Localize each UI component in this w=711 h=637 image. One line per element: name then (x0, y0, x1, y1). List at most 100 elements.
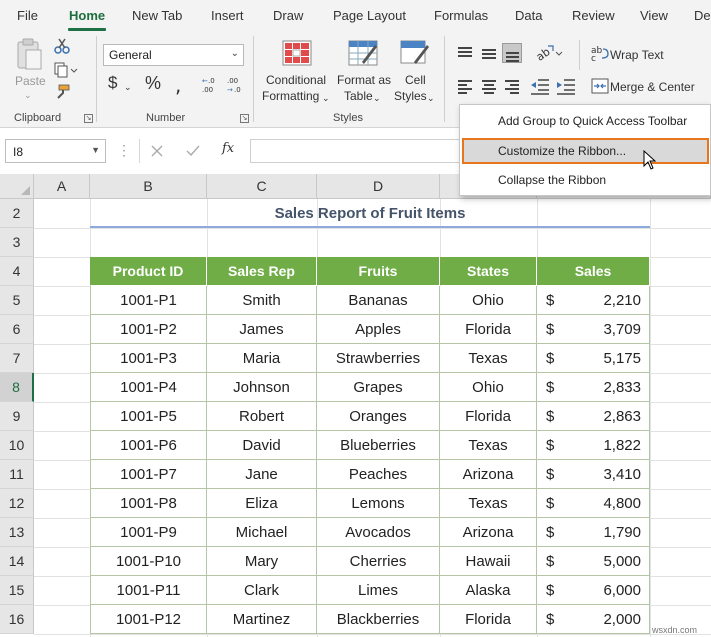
header-product-id[interactable]: Product ID (90, 257, 207, 285)
cell-product-id[interactable]: 1001-P2 (90, 315, 207, 344)
accounting-format-button[interactable]: $ (108, 74, 117, 91)
header-states[interactable]: States (440, 257, 537, 285)
menu-item-customize-ribbon[interactable]: Customize the Ribbon... (462, 138, 709, 164)
cell-product-id[interactable]: 1001-P1 (90, 286, 207, 315)
row-header-7[interactable]: 7 (0, 344, 34, 373)
cell-styles-button[interactable]: Cell (405, 73, 426, 87)
cell-sales[interactable]: $1,822 (537, 431, 650, 460)
orientation-icon[interactable]: ab (535, 44, 563, 62)
column-header-b[interactable]: B (90, 174, 207, 199)
conditional-formatting-icon[interactable] (282, 40, 312, 66)
menu-item-collapse-ribbon[interactable]: Collapse the Ribbon (462, 167, 709, 193)
top-align-button[interactable] (455, 43, 475, 63)
conditional-formatting-label-2[interactable]: Formatting (262, 89, 319, 103)
header-fruits[interactable]: Fruits (317, 257, 440, 285)
cell-sales[interactable]: $5,175 (537, 344, 650, 373)
row-header-5[interactable]: 5 (0, 286, 34, 315)
row-header-13[interactable]: 13 (0, 518, 34, 547)
row-header-3[interactable]: 3 (0, 228, 34, 257)
cell-state[interactable]: Arizona (440, 460, 537, 489)
number-launcher-icon[interactable]: ↘ (240, 114, 249, 123)
percent-style-button[interactable]: % (145, 74, 161, 92)
format-painter-icon[interactable] (54, 84, 70, 100)
chevron-down-icon[interactable]: ▼ (91, 145, 100, 155)
chevron-down-icon[interactable]: ⌄ (322, 91, 330, 105)
merge-center-button[interactable]: Merge & Center (610, 80, 695, 94)
wrap-text-button[interactable]: Wrap Text (610, 48, 664, 62)
cell-state[interactable]: Florida (440, 315, 537, 344)
cell-fruit[interactable]: Grapes (317, 373, 440, 402)
cell-state[interactable]: Ohio (440, 373, 537, 402)
header-sales[interactable]: Sales (537, 257, 650, 285)
tab-developer[interactable]: De (694, 8, 711, 23)
row-header-11[interactable]: 11 (0, 460, 34, 489)
cell-product-id[interactable]: 1001-P6 (90, 431, 207, 460)
cell-state[interactable]: Texas (440, 344, 537, 373)
cell-sales-rep[interactable]: Smith (207, 286, 317, 315)
clipboard-launcher-icon[interactable]: ↘ (84, 114, 93, 123)
cell-product-id[interactable]: 1001-P11 (90, 576, 207, 605)
tab-formulas[interactable]: Formulas (434, 8, 488, 23)
row-header-14[interactable]: 14 (0, 547, 34, 576)
cell-sales-rep[interactable]: Mary (207, 547, 317, 576)
cell-sales[interactable]: $5,000 (537, 547, 650, 576)
cell-sales-rep[interactable]: Martinez (207, 605, 317, 634)
cell-sales-rep[interactable]: Eliza (207, 489, 317, 518)
tab-file[interactable]: File (17, 8, 38, 23)
select-all-button[interactable] (0, 174, 34, 199)
cell-sales-rep[interactable]: Jane (207, 460, 317, 489)
row-header-15[interactable]: 15 (0, 576, 34, 605)
format-as-table-label-2[interactable]: Table (344, 89, 373, 103)
row-header-6[interactable]: 6 (0, 315, 34, 344)
paste-button[interactable]: Paste (15, 74, 46, 88)
cancel-icon[interactable] (151, 145, 163, 157)
conditional-formatting-button[interactable]: Conditional (266, 73, 326, 87)
name-box[interactable]: I8 ▼ (5, 139, 106, 163)
cell-sales[interactable]: $3,410 (537, 460, 650, 489)
decrease-decimal-icon[interactable]: .00 → .0 (224, 75, 244, 95)
cell-sales[interactable]: $3,709 (537, 315, 650, 344)
cell-state[interactable]: Florida (440, 605, 537, 634)
cell-fruit[interactable]: Oranges (317, 402, 440, 431)
tab-view[interactable]: View (640, 8, 668, 23)
cell-fruit[interactable]: Bananas (317, 286, 440, 315)
cell-fruit[interactable]: Lemons (317, 489, 440, 518)
cell-sales-rep[interactable]: Johnson (207, 373, 317, 402)
cell-state[interactable]: Texas (440, 489, 537, 518)
cell-product-id[interactable]: 1001-P8 (90, 489, 207, 518)
cell-sales[interactable]: $2,863 (537, 402, 650, 431)
cell-fruit[interactable]: Blueberries (317, 431, 440, 460)
cell-styles-label-2[interactable]: Styles (394, 89, 427, 103)
tab-insert[interactable]: Insert (211, 8, 244, 23)
align-right-button[interactable] (502, 76, 522, 96)
cell-sales-rep[interactable]: David (207, 431, 317, 460)
cell-fruit[interactable]: Apples (317, 315, 440, 344)
cell-sales-rep[interactable]: Clark (207, 576, 317, 605)
cell-sales[interactable]: $2,833 (537, 373, 650, 402)
row-header-16[interactable]: 16 (0, 605, 34, 634)
menu-item-add-group-to-qat[interactable]: Add Group to Quick Access Toolbar (462, 108, 709, 134)
increase-decimal-icon[interactable]: ← .0 .00 (199, 75, 219, 95)
tab-draw[interactable]: Draw (273, 8, 303, 23)
format-as-table-icon[interactable] (348, 40, 378, 66)
report-title[interactable]: Sales Report of Fruit Items (90, 200, 650, 228)
column-header-a[interactable]: A (34, 174, 90, 199)
decrease-indent-icon[interactable] (530, 78, 550, 96)
header-sales-rep[interactable]: Sales Rep (207, 257, 317, 285)
cell-product-id[interactable]: 1001-P9 (90, 518, 207, 547)
increase-indent-icon[interactable] (556, 78, 576, 96)
cell-styles-icon[interactable] (400, 40, 430, 66)
row-header-10[interactable]: 10 (0, 431, 34, 460)
cell-state[interactable]: Florida (440, 402, 537, 431)
comma-style-icon[interactable]: , (172, 77, 190, 95)
align-left-button[interactable] (455, 76, 475, 96)
cell-fruit[interactable]: Limes (317, 576, 440, 605)
row-header-2[interactable]: 2 (0, 199, 34, 228)
cell-sales[interactable]: $2,210 (537, 286, 650, 315)
chevron-down-icon[interactable]: ⌄ (373, 91, 381, 105)
cell-sales[interactable]: $2,000 (537, 605, 650, 634)
middle-align-button[interactable] (479, 43, 499, 63)
cell-sales-rep[interactable]: Michael (207, 518, 317, 547)
cell-state[interactable]: Hawaii (440, 547, 537, 576)
insert-function-button[interactable]: fx (222, 142, 234, 156)
